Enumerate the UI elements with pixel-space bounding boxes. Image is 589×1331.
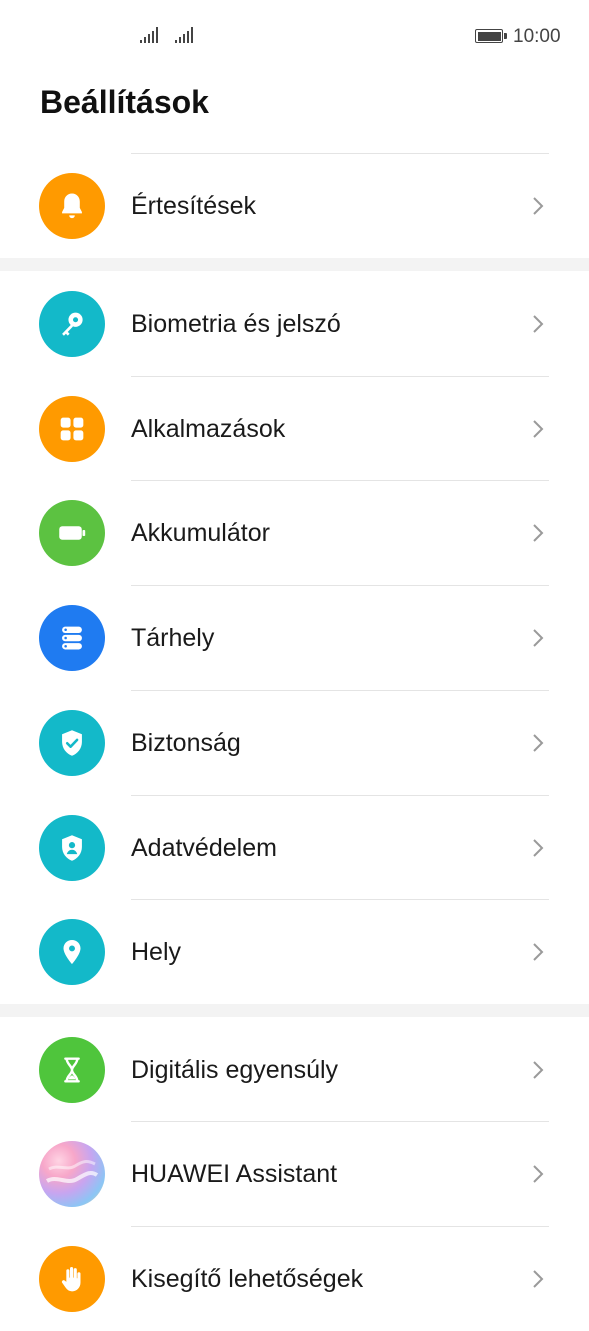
hourglass-icon [39, 1037, 105, 1103]
settings-item-apps[interactable]: Alkalmazások [0, 377, 589, 481]
signal-icon [175, 27, 195, 43]
chevron-right-icon [533, 315, 544, 333]
battery-icon [39, 500, 105, 566]
settings-item-label: Hely [131, 938, 182, 966]
settings-item-label: HUAWEI Assistant [131, 1160, 338, 1188]
settings-item-biometrics[interactable]: Biometria és jelszó [0, 272, 589, 376]
settings-item-accessibility[interactable]: Kisegítő lehetőségek [0, 1227, 589, 1331]
settings-item-label: Tárhely [131, 624, 215, 652]
bell-icon [39, 173, 105, 239]
chevron-right-icon [533, 1165, 544, 1183]
chevron-right-icon [533, 943, 544, 961]
section-divider [0, 1004, 589, 1017]
settings-item-label: Kisegítő lehetőségek [131, 1265, 364, 1293]
settings-item-digital-balance[interactable]: Digitális egyensúly [0, 1018, 589, 1122]
settings-item-label: Biztonság [131, 729, 241, 757]
status-time: 10:00 [513, 26, 561, 47]
settings-item-location[interactable]: Hely [0, 900, 589, 1004]
settings-item-label: Alkalmazások [131, 415, 286, 443]
chevron-right-icon [533, 524, 544, 542]
section-divider [0, 258, 589, 271]
settings-item-notifications[interactable]: Értesítések [0, 154, 589, 258]
privacy-shield-icon [39, 815, 105, 881]
settings-item-label: Digitális egyensúly [131, 1056, 339, 1084]
key-icon [39, 291, 105, 357]
battery-status-icon [475, 29, 507, 43]
chevron-right-icon [533, 839, 544, 857]
settings-item-privacy[interactable]: Adatvédelem [0, 796, 589, 900]
apps-grid-icon [39, 396, 105, 462]
chevron-right-icon [533, 734, 544, 752]
status-bar: 10:00 [0, 0, 589, 72]
settings-item-storage[interactable]: Tárhely [0, 586, 589, 690]
settings-item-huawei-assistant[interactable]: HUAWEI Assistant [0, 1122, 589, 1226]
settings-item-label: Adatvédelem [131, 834, 277, 862]
storage-icon [39, 605, 105, 671]
chevron-right-icon [533, 629, 544, 647]
settings-item-security[interactable]: Biztonság [0, 691, 589, 795]
location-pin-icon [39, 919, 105, 985]
settings-item-label: Értesítések [131, 192, 257, 220]
assistant-orb-icon [39, 1141, 105, 1207]
hand-icon [39, 1246, 105, 1312]
settings-item-battery[interactable]: Akkumulátor [0, 481, 589, 585]
page-title: Beállítások [40, 84, 209, 120]
chevron-right-icon [533, 1270, 544, 1288]
settings-item-label: Akkumulátor [131, 519, 270, 547]
settings-item-label: Biometria és jelszó [131, 310, 341, 338]
chevron-right-icon [533, 420, 544, 438]
chevron-right-icon [533, 197, 544, 215]
shield-check-icon [39, 710, 105, 776]
chevron-right-icon [533, 1061, 544, 1079]
signal-icon [140, 27, 160, 43]
